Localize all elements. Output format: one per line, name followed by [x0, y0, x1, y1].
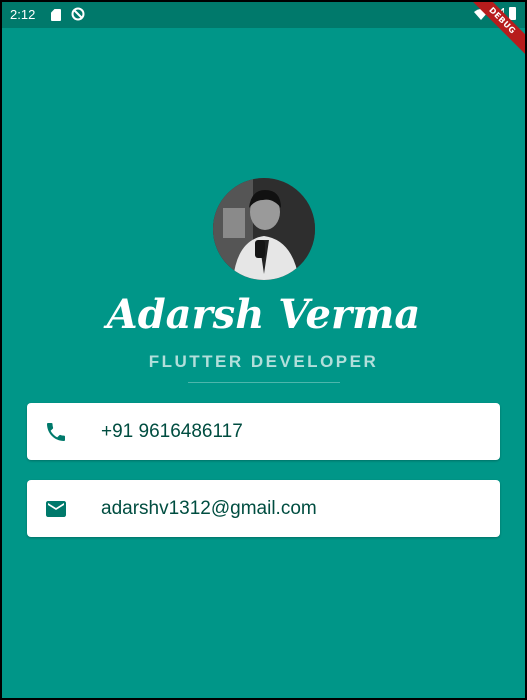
battery-icon	[509, 7, 516, 20]
profile-role: FLUTTER DEVELOPER	[148, 352, 379, 371]
do-not-disturb-icon	[71, 7, 85, 21]
phone-number: +91 9616486117	[101, 421, 243, 442]
status-time: 2:12	[10, 7, 36, 22]
mail-icon	[46, 501, 66, 517]
avatar-photo	[213, 178, 315, 280]
profile-name: Adarsh Verma	[106, 291, 421, 338]
app-screen: 2:12 DEBUG Adarsh Verma FLUTTER DEVELOPE…	[2, 2, 525, 698]
email-address: adarshv1312@gmail.com	[101, 498, 317, 519]
profile-avatar	[213, 178, 315, 280]
status-bar: 2:12	[2, 2, 525, 28]
email-card[interactable]: adarshv1312@gmail.com	[27, 480, 500, 537]
phone-icon	[47, 423, 65, 441]
phone-card[interactable]: +91 9616486117	[27, 403, 500, 460]
sd-card-icon	[51, 9, 61, 21]
divider	[188, 382, 340, 383]
